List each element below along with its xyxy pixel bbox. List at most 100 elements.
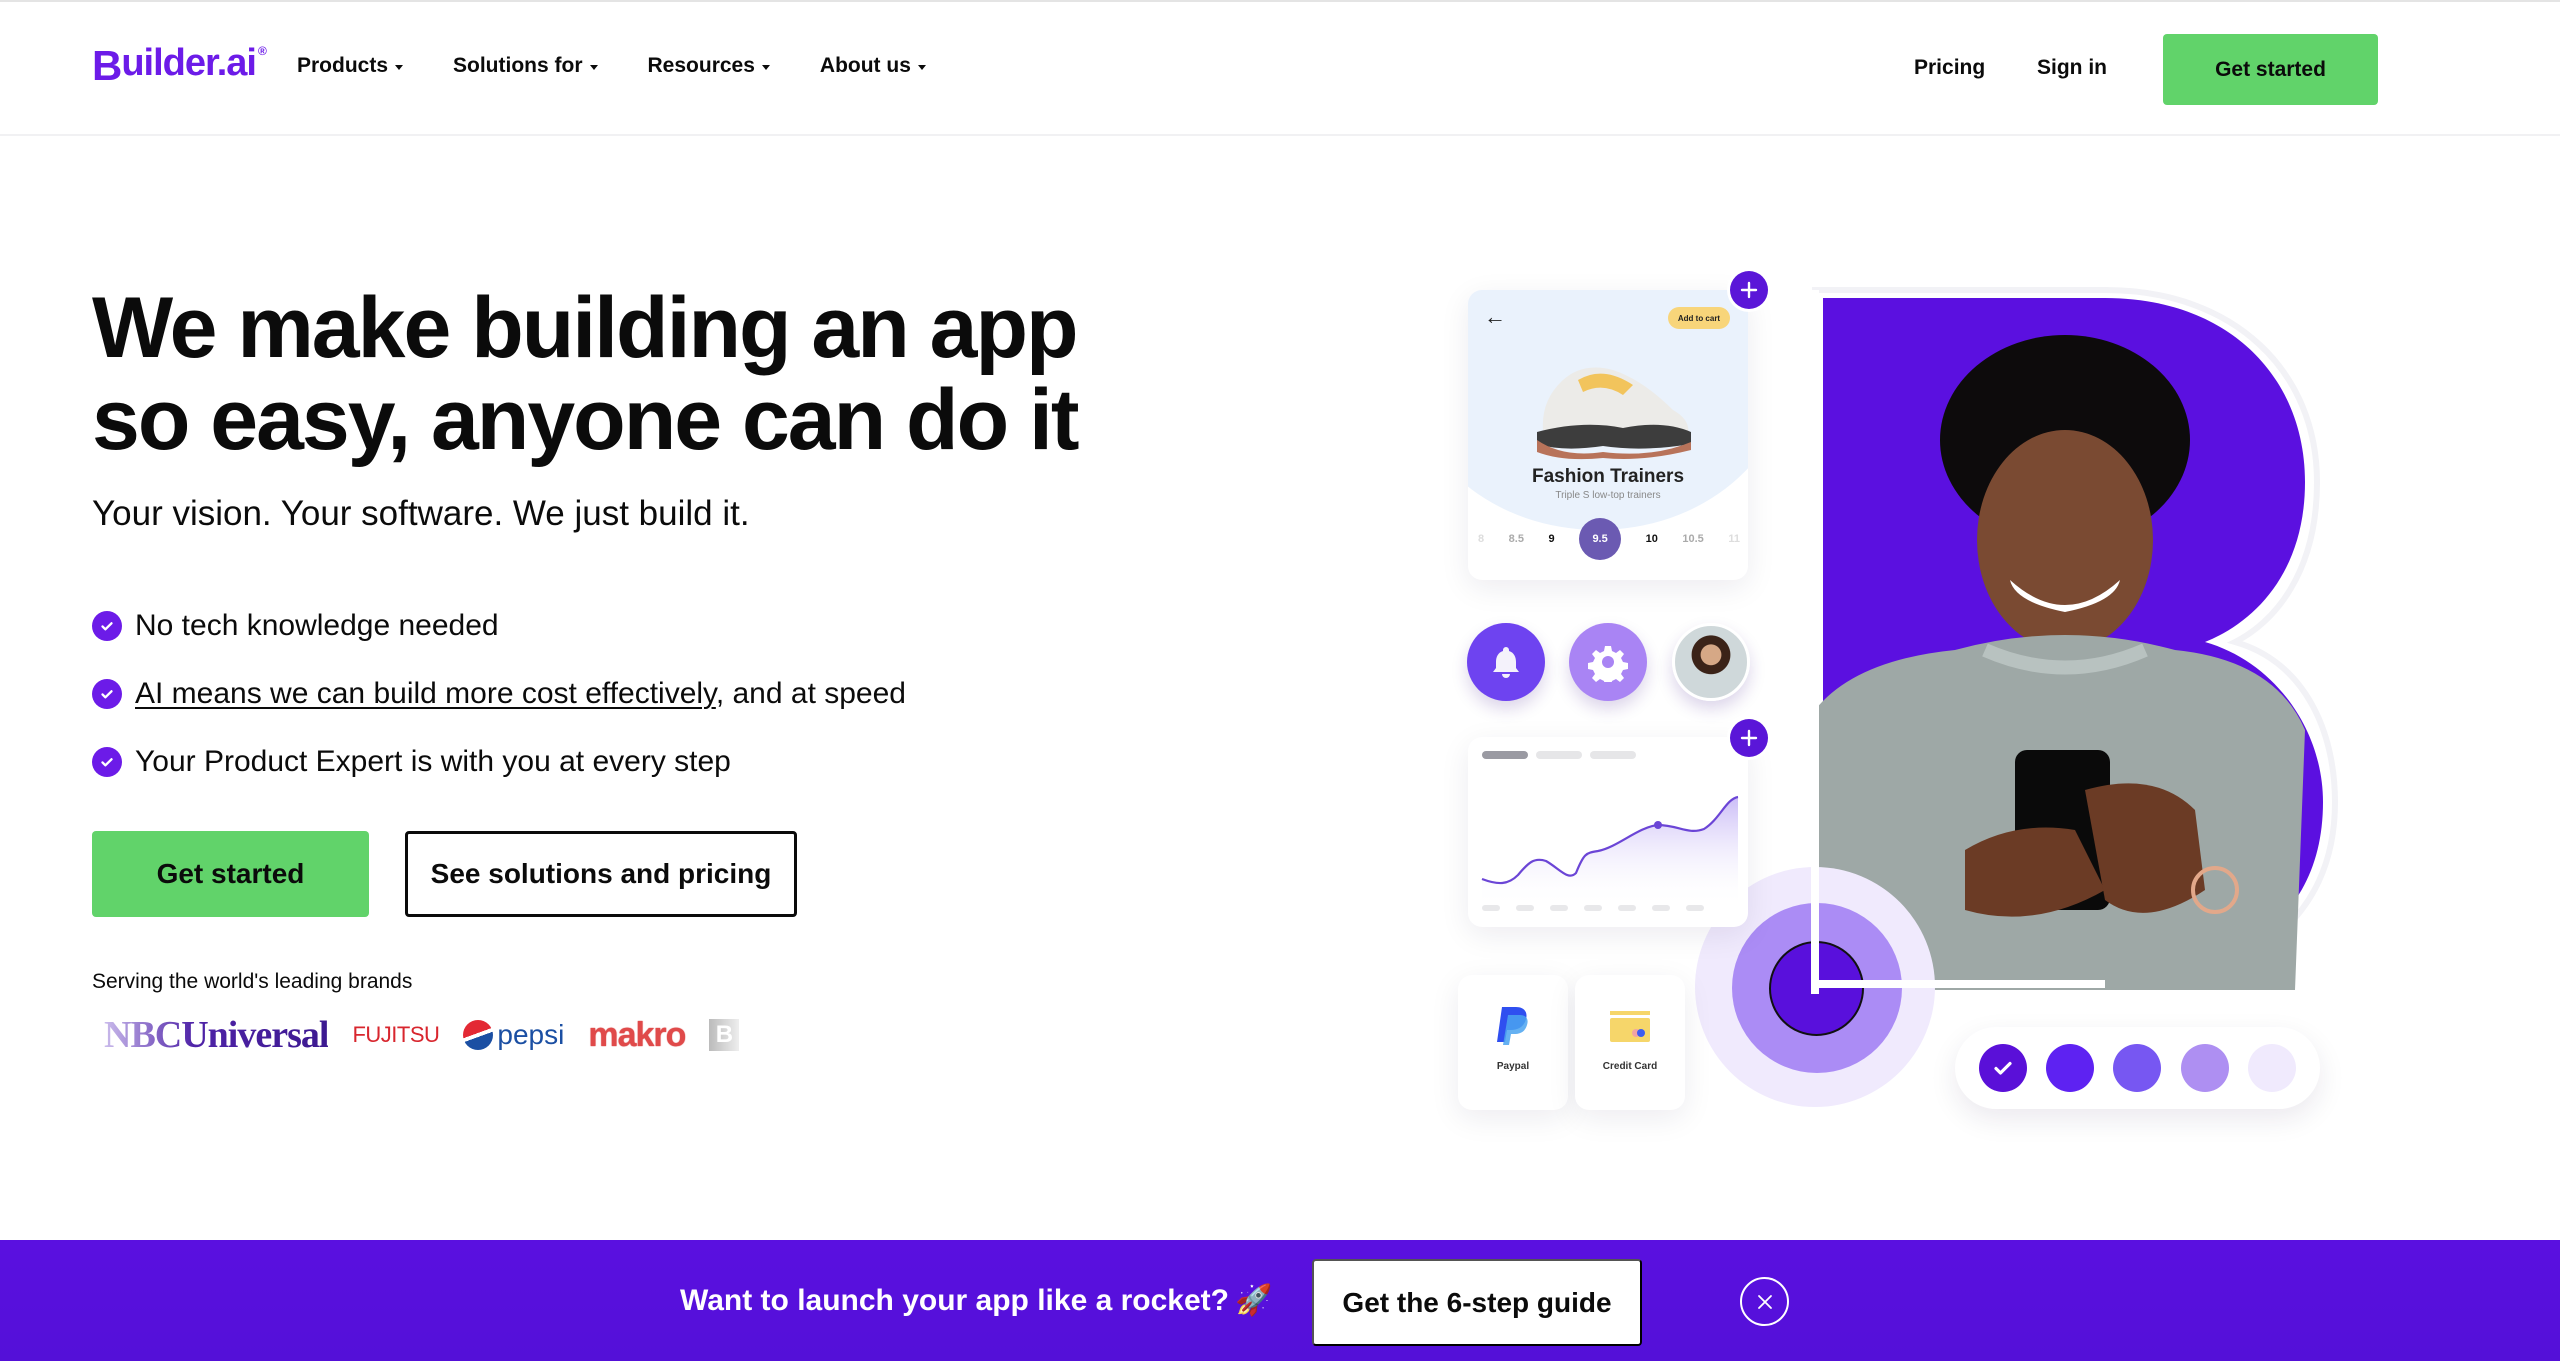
logo-initial: B xyxy=(92,42,122,89)
plus-icon[interactable] xyxy=(1730,719,1768,757)
payment-option-paypal[interactable]: Paypal xyxy=(1458,975,1568,1110)
brands-label: Serving the world's leading brands xyxy=(92,970,413,993)
banner-text: Want to launch your app like a rocket? xyxy=(680,1283,1229,1317)
check-circle-icon xyxy=(92,679,122,709)
product-name: Fashion Trainers xyxy=(1531,466,1685,487)
size-option[interactable]: 11 xyxy=(1728,533,1740,545)
chevron-down-icon xyxy=(589,64,598,70)
x-tick xyxy=(1550,905,1568,911)
chevron-down-icon xyxy=(395,64,404,70)
settings-button[interactable] xyxy=(1569,623,1647,701)
x-tick xyxy=(1652,905,1670,911)
plus-icon[interactable] xyxy=(1730,271,1768,309)
partial-brand-logo: B xyxy=(709,1019,740,1051)
hero-subtitle: Your vision. Your software. We just buil… xyxy=(92,494,750,533)
nav-resources[interactable]: Resources xyxy=(648,54,770,78)
ai-cost-link[interactable]: AI means we can build more cost effectiv… xyxy=(135,677,716,710)
color-swatch-picker xyxy=(1955,1027,2320,1109)
chevron-down-icon xyxy=(917,64,926,70)
pepsi-logo: pepsi xyxy=(463,1019,564,1051)
rocket-icon: 🚀 xyxy=(1234,1284,1273,1317)
size-option[interactable]: 10.5 xyxy=(1682,533,1703,545)
sneaker-image xyxy=(1537,367,1691,460)
color-swatch[interactable] xyxy=(2113,1044,2162,1092)
chart-x-ticks xyxy=(1482,905,1704,911)
color-swatch[interactable] xyxy=(2046,1044,2095,1092)
feature-item: No tech knowledge needed xyxy=(92,592,906,660)
decorative-ring-core xyxy=(1769,941,1864,1036)
feature-text: AI means we can build more cost effectiv… xyxy=(135,677,906,711)
size-selector: 8 8.5 9 9.5 10 10.5 11 xyxy=(1478,518,1740,560)
registered-mark: ® xyxy=(257,44,267,58)
feature-item: AI means we can build more cost effectiv… xyxy=(92,660,906,728)
pepsi-wordmark: pepsi xyxy=(497,1019,565,1050)
close-banner-button[interactable] xyxy=(1740,1277,1789,1326)
color-swatch-selected[interactable] xyxy=(1978,1044,2027,1092)
color-swatch[interactable] xyxy=(2180,1044,2229,1092)
woman-with-phone-photo xyxy=(1815,335,2305,990)
feature-text: Your Product Expert is with you at every… xyxy=(135,745,731,778)
fujitsu-logo: FUJITSU xyxy=(352,1022,440,1047)
nav-resources-label: Resources xyxy=(647,54,755,77)
feature-text-suffix: , and at speed xyxy=(715,677,906,710)
chart-area xyxy=(1482,797,1738,907)
pricing-link[interactable]: Pricing xyxy=(1914,56,1985,80)
credit-card-icon xyxy=(1608,1005,1652,1049)
check-circle-icon xyxy=(92,747,122,777)
feature-list: No tech knowledge needed AI means we can… xyxy=(92,592,906,796)
see-solutions-pricing-button[interactable]: See solutions and pricing xyxy=(405,831,797,917)
get-guide-button[interactable]: Get the 6-step guide xyxy=(1312,1259,1642,1346)
logo-text: uilder.ai xyxy=(121,42,257,84)
size-option[interactable]: 8.5 xyxy=(1509,533,1524,545)
feature-item: Your Product Expert is with you at every… xyxy=(92,728,906,796)
gear-icon xyxy=(1588,646,1628,682)
size-option[interactable]: 10 xyxy=(1646,533,1658,545)
paypal-icon xyxy=(1494,1005,1532,1049)
site-header: B uilder.ai ® Products Solutions for Res… xyxy=(0,2,2560,136)
analytics-chart-card xyxy=(1468,737,1748,927)
hero-get-started-button[interactable]: Get started xyxy=(92,831,369,917)
close-icon xyxy=(1757,1294,1772,1309)
nav-solutions-label: Solutions for xyxy=(453,54,583,77)
size-option[interactable]: 9 xyxy=(1548,533,1554,545)
x-tick xyxy=(1584,905,1602,911)
nbcuniversal-logo: NBCUniversal xyxy=(104,1014,329,1056)
size-option[interactable]: 8 xyxy=(1478,533,1484,545)
brand-logos: NBCUniversal FUJITSU pepsi makro B xyxy=(104,1010,740,1060)
hero-title: We make building an app so easy, anyone … xyxy=(92,280,1080,468)
x-tick xyxy=(1618,905,1636,911)
x-tick xyxy=(1482,905,1500,911)
bell-icon xyxy=(1493,647,1519,678)
nav-products-label: Products xyxy=(297,54,389,77)
check-circle-icon xyxy=(92,611,122,641)
promo-banner: Want to launch your app like a rocket? 🚀… xyxy=(0,1240,2560,1361)
add-to-cart-button[interactable]: Add to cart xyxy=(1668,307,1730,329)
notification-button[interactable] xyxy=(1467,623,1545,701)
payment-option-credit-card[interactable]: Credit Card xyxy=(1575,975,1685,1110)
payment-label: Paypal xyxy=(1496,1061,1530,1072)
nav-about-label: About us xyxy=(819,54,911,77)
nav-about-us[interactable]: About us xyxy=(820,54,926,78)
color-swatch[interactable] xyxy=(2248,1044,2297,1092)
main-nav: Products Solutions for Resources About u… xyxy=(297,54,926,78)
product-card: ← Add to cart Fashion Trainers Triple S … xyxy=(1468,290,1748,580)
x-tick xyxy=(1686,905,1704,911)
product-subtitle: Triple S low-top trainers xyxy=(1555,490,1661,501)
back-arrow-icon[interactable]: ← xyxy=(1484,304,1506,330)
user-avatar[interactable] xyxy=(1672,623,1750,701)
makro-logo: makro xyxy=(588,1015,686,1054)
nav-products[interactable]: Products xyxy=(297,54,404,78)
chart-point xyxy=(1654,821,1662,829)
area-chart xyxy=(1481,795,1739,907)
builder-ai-logo[interactable]: B uilder.ai ® xyxy=(92,42,267,90)
pepsi-globe-icon xyxy=(463,1020,494,1050)
header-get-started-button[interactable]: Get started xyxy=(2163,34,2378,105)
sign-in-link[interactable]: Sign in xyxy=(2037,56,2107,80)
x-tick xyxy=(1516,905,1534,911)
checkmark-icon xyxy=(1994,1061,2012,1075)
feature-text: No tech knowledge needed xyxy=(135,609,499,642)
banner-message: Want to launch your app like a rocket? 🚀 xyxy=(680,1283,1272,1318)
payment-label: Credit Card xyxy=(1602,1061,1658,1072)
size-option-selected[interactable]: 9.5 xyxy=(1579,518,1622,560)
nav-solutions-for[interactable]: Solutions for xyxy=(453,54,598,78)
